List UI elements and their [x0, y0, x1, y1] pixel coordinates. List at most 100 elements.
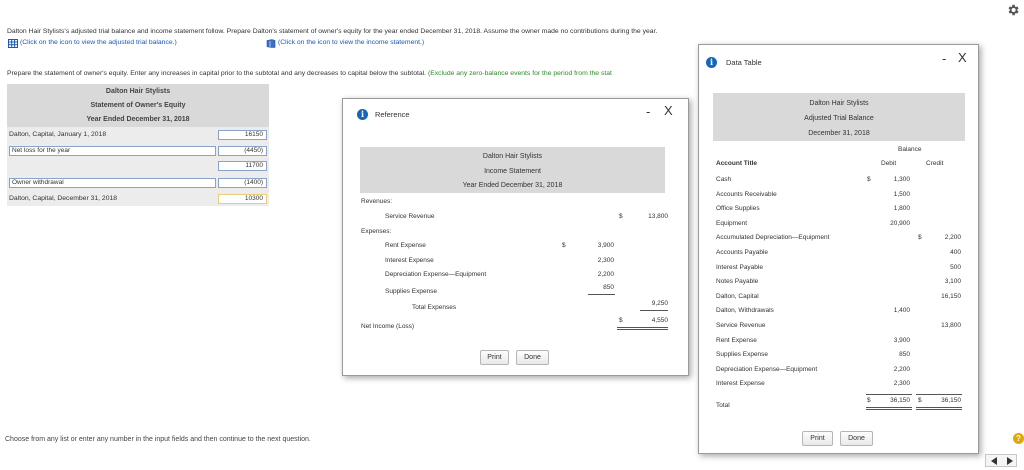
- credit-value: 3,100: [944, 278, 961, 285]
- reference-print-button[interactable]: Print: [480, 350, 509, 365]
- total-credit-sign: $: [918, 397, 922, 404]
- net-income-underline-1: [617, 327, 668, 328]
- account-title: Accounts Receivable: [716, 191, 777, 198]
- debit-double-underline-2: [866, 409, 912, 410]
- net-income-dollar: $: [619, 317, 623, 324]
- close-button[interactable]: X: [958, 51, 967, 64]
- credit-value: 13,800: [941, 322, 961, 329]
- credit-total-underline: [916, 394, 962, 395]
- income-statement-title: Income Statement: [484, 168, 541, 175]
- info-icon: i: [706, 57, 717, 68]
- account-title: Office Supplies: [716, 205, 760, 212]
- capital-jan1-input[interactable]: 16150: [218, 130, 267, 140]
- account-title: Supplies Expense: [716, 351, 769, 358]
- table-icon[interactable]: [8, 39, 18, 48]
- net-income-underline-2: [617, 329, 668, 330]
- total-expenses-underline: [640, 310, 668, 311]
- supplies-underline: [588, 294, 615, 295]
- info-icon: i: [357, 109, 368, 120]
- withdrawal-input[interactable]: (1400): [218, 178, 267, 188]
- instruction-text: Prepare the statement of owner's equity.…: [7, 70, 612, 77]
- equity-company: Dalton Hair Stylists: [105, 88, 171, 95]
- account-title: Equipment: [716, 220, 748, 227]
- account-title: Rent Expense: [716, 337, 757, 344]
- arrow-left-icon[interactable]: [991, 457, 998, 465]
- income-company: Dalton Hair Stylists: [482, 153, 543, 160]
- service-revenue-dollar: $: [619, 213, 623, 220]
- account-title: Dalton, Withdrawals: [716, 307, 774, 314]
- debit-total-underline: [866, 394, 912, 395]
- net-income-label: Net Income (Loss): [361, 323, 415, 330]
- debit-value: 1,800: [893, 205, 910, 212]
- subtotal-input[interactable]: 11700: [218, 161, 267, 171]
- net-loss-input[interactable]: (4450): [218, 146, 267, 156]
- interest-expense-amount: 2,300: [597, 257, 614, 264]
- row-capital-dec31-label: Dalton, Capital, December 31, 2018: [9, 195, 118, 202]
- col-credit: Credit: [926, 160, 944, 167]
- reference-done-button[interactable]: Done: [516, 350, 549, 365]
- col-debit: Debit: [881, 160, 897, 167]
- equity-title: Statement of Owner's Equity: [90, 102, 186, 109]
- balance-header: Balance: [898, 146, 922, 153]
- rent-expense-label: Rent Expense: [385, 242, 426, 249]
- rent-expense-amount: 3,900: [597, 242, 614, 249]
- minimize-button[interactable]: -: [942, 52, 946, 65]
- depreciation-expense-amount: 2,200: [597, 271, 614, 278]
- instruction-note: (Exclude any zero-balance events for the…: [427, 70, 612, 77]
- capital-dec31-input[interactable]: 10300: [218, 194, 267, 204]
- data-table-window[interactable]: i Data Table - X Dalton Hair Stylists Ad…: [698, 44, 979, 454]
- account-title: Cash: [716, 176, 732, 183]
- debit-double-underline-1: [866, 407, 912, 408]
- reference-window[interactable]: i Reference - X Dalton Hair Stylists Inc…: [342, 98, 689, 376]
- credit-value: 400: [950, 249, 961, 256]
- debit-value: 1,400: [893, 307, 910, 314]
- service-revenue-amount: 13,800: [648, 213, 668, 220]
- account-title: Dalton, Capital: [716, 293, 759, 300]
- help-icon[interactable]: ?: [1013, 433, 1024, 444]
- total-credit: 36,150: [941, 397, 961, 404]
- depreciation-expense-label: Depreciation Expense—Equipment: [385, 271, 487, 278]
- instruction-main: Prepare the statement of owner's equity.…: [7, 70, 427, 77]
- data-table-done-button[interactable]: Done: [840, 431, 873, 446]
- interest-expense-label: Interest Expense: [385, 257, 434, 264]
- income-statement-link[interactable]: (Click on the icon to view the income st…: [278, 39, 424, 46]
- total-label: Total: [716, 402, 730, 409]
- income-period: Year Ended December 31, 2018: [462, 182, 563, 189]
- problem-statement: Dalton Hair Stylists's adjusted trial ba…: [7, 28, 658, 35]
- adjusted-trial-balance-link[interactable]: (Click on the icon to view the adjusted …: [20, 39, 177, 46]
- tb-statement: Adjusted Trial Balance: [804, 115, 874, 122]
- total-expenses-label: Total Expenses: [412, 304, 457, 311]
- account-title: Interest Expense: [716, 380, 765, 387]
- gear-icon[interactable]: [1006, 3, 1020, 17]
- reference-title: Reference: [375, 110, 410, 119]
- debit-value: 20,900: [890, 220, 910, 227]
- book-icon[interactable]: [266, 39, 276, 48]
- credit-value: 500: [950, 264, 961, 271]
- credit-double-underline-2: [916, 409, 962, 410]
- credit-value: 16,150: [941, 293, 961, 300]
- tb-date: December 31, 2018: [808, 130, 870, 137]
- arrow-right-icon[interactable]: [1006, 457, 1013, 465]
- supplies-expense-label: Supplies Expense: [385, 288, 438, 295]
- col-account-title: Account Title: [716, 160, 758, 167]
- minimize-button[interactable]: -: [646, 105, 650, 118]
- credit-sign: $: [918, 234, 922, 241]
- net-loss-select[interactable]: Net loss for the year: [9, 146, 216, 156]
- account-title: Depreciation Expense—Equipment: [716, 366, 818, 373]
- debit-value: 3,900: [893, 337, 910, 344]
- total-debit: 36,150: [890, 397, 910, 404]
- pager: [985, 454, 1017, 467]
- total-debit-sign: $: [867, 397, 871, 404]
- owner-withdrawal-select[interactable]: Owner withdrawal: [9, 178, 216, 188]
- close-button[interactable]: X: [664, 104, 673, 117]
- account-title: Accumulated Depreciation—Equipment: [716, 234, 830, 241]
- data-table-print-button[interactable]: Print: [802, 431, 833, 446]
- debit-sign: $: [867, 176, 871, 183]
- debit-value: 2,300: [893, 380, 910, 387]
- equity-period: Year Ended December 31, 2018: [86, 116, 190, 123]
- credit-double-underline-1: [916, 407, 962, 408]
- debit-value: 850: [899, 351, 910, 358]
- expenses-label: Expenses:: [361, 228, 392, 235]
- debit-value: 2,200: [893, 366, 910, 373]
- account-title: Interest Payable: [716, 264, 763, 271]
